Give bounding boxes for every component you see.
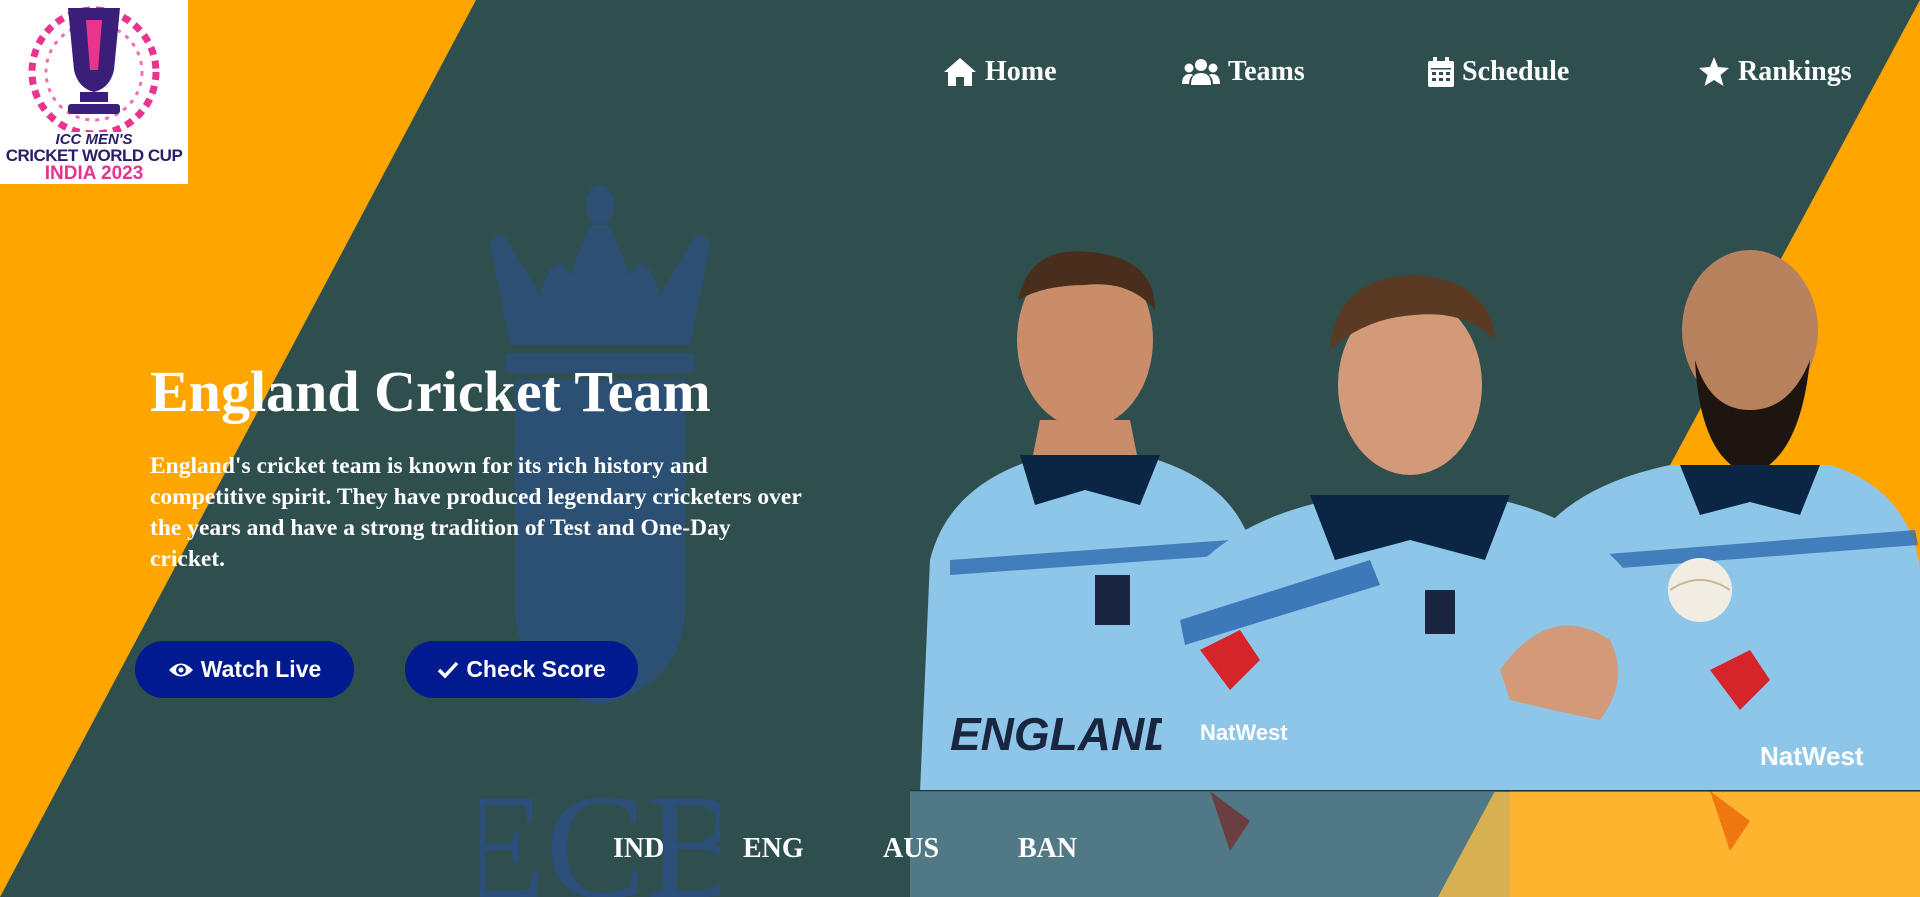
check-score-label: Check Score [466,656,606,682]
nav-schedule-label: Schedule [1462,56,1570,87]
eye-icon [168,663,193,676]
hero-description: England's cricket team is known for its … [150,453,802,572]
team-tab-ind[interactable]: IND [613,833,664,865]
nav-schedule[interactable]: Schedule [1428,52,1569,92]
watch-live-button[interactable]: Watch Live [135,641,354,698]
nav-home-label: Home [985,56,1057,87]
calendar-icon [1428,57,1454,87]
team-tab-eng[interactable]: ENG [743,833,804,865]
check-icon [438,661,459,679]
nav-home[interactable]: Home [943,52,1057,92]
jersey-text-natwest-right: NatWest [1760,741,1864,771]
users-icon [1182,59,1220,85]
nav-teams[interactable]: Teams [1182,52,1305,92]
world-cup-logo[interactable]: ICC MEN'S CRICKET WORLD CUP INDIA 2023 [0,0,188,184]
trophy-icon [28,6,160,132]
home-icon [944,58,976,86]
logo-line3: INDIA 2023 [44,163,144,184]
team-tab-ban[interactable]: BAN [1018,833,1077,865]
check-score-button[interactable]: Check Score [405,641,638,698]
jersey-text-natwest-middle: NatWest [1200,720,1288,745]
players-photo: ENGLAND NatWest NatWest [910,250,1920,792]
nav-rankings-label: Rankings [1738,56,1852,87]
page: ECB ICC MEN'S CRICKET WORLD CUP INDIA 20… [0,0,1920,897]
team-tab-aus[interactable]: AUS [883,833,939,865]
ecb-watermark-text: ECB [480,764,720,897]
jersey-text-england: ENGLAND [950,708,1177,760]
logo-line1: ICC MEN'S [55,131,133,148]
page-title: England Cricket Team [150,359,711,424]
logo-line2: CRICKET WORLD CUP [5,146,183,165]
nav-rankings[interactable]: Rankings [1698,52,1852,92]
star-icon [1699,57,1729,86]
watch-live-label: Watch Live [200,656,322,682]
nav-teams-label: Teams [1228,56,1305,87]
